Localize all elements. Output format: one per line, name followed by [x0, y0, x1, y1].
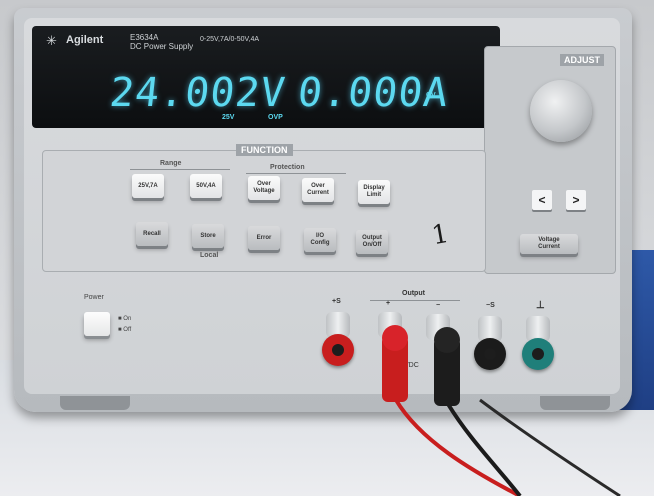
black-plug-head [434, 327, 460, 353]
photo-scene: ✳ Agilent E3634A DC Power Supply 0-25V,7… [0, 0, 654, 496]
black-lead-wire [446, 402, 522, 496]
red-plug-head [382, 325, 408, 351]
rear-cable [479, 398, 621, 496]
test-leads [382, 325, 621, 496]
